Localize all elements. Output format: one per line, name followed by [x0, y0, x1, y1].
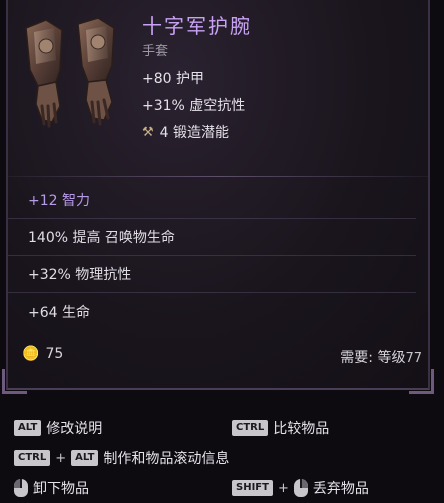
mouse-right-icon — [293, 479, 308, 497]
forge-potential: ⚒ 4 锻造潜能 — [142, 122, 229, 142]
item-value: 🪙 75 — [22, 346, 63, 362]
mouse-left-icon — [14, 479, 28, 497]
item-type: 手套 — [142, 44, 169, 59]
alt-key: ALT — [14, 420, 42, 436]
gold-value: 75 — [45, 346, 64, 362]
hint-label: 丢弃物品 — [312, 481, 369, 497]
shift-key: SHIFT — [232, 480, 273, 496]
affix-physical-res: +32% 物理抗性 — [8, 256, 416, 293]
hint-drop-item: SHIFT + 丢弃物品 — [232, 478, 369, 498]
affix-health: +64 生命 — [28, 304, 90, 321]
implicit-stat-void-res: +31% 虚空抗性 — [142, 98, 246, 114]
plus-sign: + — [55, 450, 67, 466]
divider — [8, 176, 428, 177]
level-requirement: 需要: 等级77 — [340, 347, 422, 367]
ctrl-key: CTRL — [232, 420, 269, 436]
gold-coin-icon: 🪙 — [22, 346, 40, 362]
hint-label: 比较物品 — [273, 421, 330, 437]
hint-modify-description: ALT 修改说明 — [14, 418, 102, 438]
hint-unequip: 卸下物品 — [14, 478, 89, 498]
hint-label: 修改说明 — [46, 421, 103, 437]
requirement-label: 需要: 等级 — [340, 350, 406, 366]
forge-potential-label: 4 锻造潜能 — [159, 125, 230, 141]
affix-list: +12 智力 140% 提高 召唤物生命 +32% 物理抗性 +64 生命 — [8, 182, 428, 330]
frame-corner-left — [2, 369, 27, 394]
implicit-stat-armor: +80 护甲 — [142, 71, 204, 87]
frame-corner-right — [409, 369, 434, 394]
gauntlets-image — [25, 17, 115, 128]
hint-compare-items: CTRL 比较物品 — [232, 418, 329, 438]
requirement-value: 77 — [405, 351, 422, 366]
affix-intelligence: +12 智力 — [8, 182, 416, 219]
hammer-icon: ⚒ — [142, 124, 154, 140]
affix-minion-health: 140% 提高 召唤物生命 — [8, 219, 416, 256]
item-tooltip: 十字军护腕 手套 +80 护甲 +31% 虚空抗性 ⚒ 4 锻造潜能 +12 智… — [2, 0, 434, 394]
hint-label: 卸下物品 — [33, 481, 89, 497]
alt-key: ALT — [71, 450, 99, 466]
ctrl-key: CTRL — [14, 450, 51, 466]
item-name: 十字军护腕 — [142, 14, 252, 38]
hint-crafting-info: CTRL + ALT 制作和物品滚动信息 — [14, 448, 229, 468]
hint-label: 制作和物品滚动信息 — [103, 451, 230, 467]
plus-sign: + — [277, 480, 289, 496]
